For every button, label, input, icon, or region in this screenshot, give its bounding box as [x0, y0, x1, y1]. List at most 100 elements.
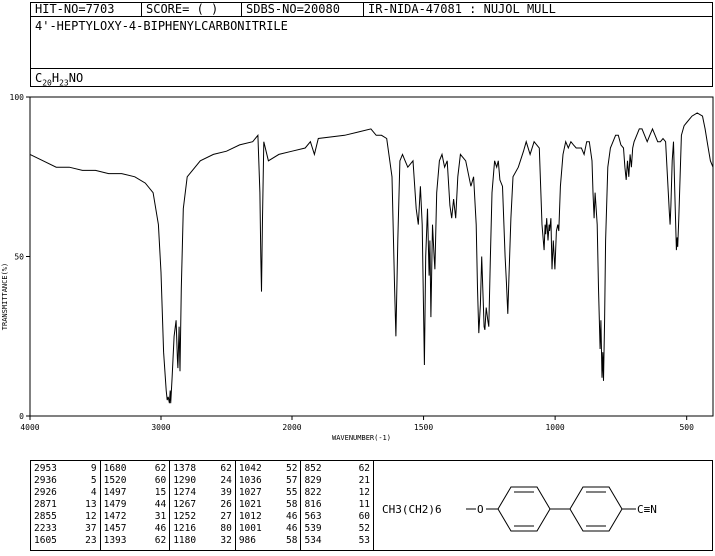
- peak-row: 1021 58: [239, 499, 298, 511]
- peak-wavenumber: 1267: [173, 499, 197, 510]
- peak-row: 1457 46: [104, 523, 167, 535]
- peak-row: 1001 46: [239, 523, 298, 535]
- x-axis-label: WAVENUMBER(-1): [332, 434, 391, 442]
- peak-row: 1042 52: [239, 463, 298, 475]
- peak-wavenumber: 534: [304, 535, 322, 546]
- peak-table: 2953 9 2936 5 2926 4 2871 13 2855 12 2233 37 1605 23 1…: [30, 460, 374, 551]
- peak-row: 1036 57: [239, 475, 298, 487]
- peak-row: 539 52: [304, 523, 370, 535]
- peak-column: 852 62 829 21 822 12 816 11 563 60 539 52 534 53: [301, 461, 373, 550]
- spectrum-line: [29, 112, 714, 404]
- peak-transmittance: 12: [358, 487, 371, 498]
- peak-transmittance: 4: [90, 487, 97, 498]
- peak-transmittance: 39: [220, 487, 232, 498]
- benzene-ring-2: [569, 486, 623, 532]
- peak-transmittance: 80: [220, 523, 232, 534]
- peak-row: 1180 32: [173, 535, 232, 547]
- peak-wavenumber: 1027: [238, 487, 262, 498]
- peak-wavenumber: 852: [304, 463, 322, 474]
- peak-wavenumber: 1378: [173, 463, 197, 474]
- peak-transmittance: 31: [154, 511, 167, 522]
- peak-wavenumber: 1479: [103, 499, 127, 510]
- peak-row: 2233 37: [34, 523, 97, 535]
- peak-wavenumber: 1290: [173, 475, 197, 486]
- peak-transmittance: 46: [285, 523, 298, 534]
- peak-transmittance: 52: [358, 523, 371, 534]
- compound-name-box: 4'-HEPTYLOXY-4-BIPHENYLCARBONITRILE: [30, 16, 713, 69]
- peak-wavenumber: 816: [304, 499, 322, 510]
- peak-wavenumber: 1605: [34, 535, 57, 546]
- peak-row: 829 21: [304, 475, 370, 487]
- peak-row: 986 58: [239, 535, 298, 547]
- nitrile-label: C≡N: [637, 503, 657, 516]
- formula-box: C20H23NO: [30, 68, 713, 87]
- peak-wavenumber: 1216: [173, 523, 197, 534]
- peak-row: 1605 23: [34, 535, 97, 547]
- peak-transmittance: 32: [220, 535, 232, 546]
- peak-wavenumber: 1036: [238, 475, 262, 486]
- peak-row: 852 62: [304, 463, 370, 475]
- peak-row: 1393 62: [104, 535, 167, 547]
- peak-wavenumber: 1472: [103, 511, 127, 522]
- peak-wavenumber: 2953: [34, 463, 57, 474]
- y-axis-label: TRANSMITTANCE(%): [1, 263, 9, 330]
- peak-row: 534 53: [304, 535, 370, 547]
- x-tick-label: 500: [679, 423, 694, 432]
- peak-column: 1378 62 1290 24 1274 39 1267 26 1252 27 1216 80 1180…: [170, 461, 236, 550]
- benzene-ring-1: [497, 486, 551, 532]
- peak-transmittance: 15: [154, 487, 167, 498]
- alkyl-chain-label: CH3(CH2)6: [382, 503, 442, 516]
- peak-wavenumber: 1012: [238, 511, 262, 522]
- peak-transmittance: 27: [220, 511, 232, 522]
- peak-transmittance: 58: [285, 499, 298, 510]
- peak-column: 1042 52 1036 57 1027 55 1021 58 1012 46 1001 46 986 5…: [236, 461, 302, 550]
- peak-transmittance: 37: [85, 523, 97, 534]
- peak-transmittance: 55: [285, 487, 298, 498]
- peak-wavenumber: 1001: [238, 523, 262, 534]
- peak-wavenumber: 1252: [173, 511, 197, 522]
- peak-transmittance: 60: [358, 511, 371, 522]
- peak-wavenumber: 1457: [103, 523, 127, 534]
- peak-row: 1252 27: [173, 511, 232, 523]
- peak-wavenumber: 822: [304, 487, 322, 498]
- ir-spectrum-chart: 4000 3000 2000 1500 1000 500100500WAVENUMBER(…: [1, 93, 714, 442]
- x-tick-label: 3000: [151, 423, 170, 432]
- peak-transmittance: 11: [358, 499, 371, 510]
- compound-name: 4'-HEPTYLOXY-4-BIPHENYLCARBONITRILE: [35, 19, 288, 33]
- ir-info: IR-NIDA-47081 : NUJOL MULL: [368, 3, 556, 16]
- peak-wavenumber: 1680: [103, 463, 127, 474]
- peak-row: 2871 13: [34, 499, 97, 511]
- peak-row: 1680 62: [104, 463, 167, 475]
- peak-row: 1472 31: [104, 511, 167, 523]
- plot-frame: [29, 96, 714, 417]
- peak-row: 816 11: [304, 499, 370, 511]
- peak-column: 2953 9 2936 5 2926 4 2871 13 2855 12 2233 37 1605 23: [31, 461, 101, 550]
- peak-wavenumber: 539: [304, 523, 322, 534]
- peak-row: 1027 55: [239, 487, 298, 499]
- hit-number: HIT-NO=7703: [31, 3, 142, 16]
- peak-transmittance: 62: [220, 463, 232, 474]
- peak-wavenumber: 2926: [34, 487, 57, 498]
- peak-transmittance: 46: [154, 523, 167, 534]
- peak-row: 2926 4: [34, 487, 97, 499]
- peak-row: 1012 46: [239, 511, 298, 523]
- oxygen-label: O: [477, 503, 484, 516]
- header-bar: HIT-NO=7703 SCORE= ( ) SDBS-NO=20080 IR-…: [30, 2, 713, 17]
- peak-transmittance: 58: [285, 535, 298, 546]
- peak-wavenumber: 829: [304, 475, 322, 486]
- peak-transmittance: 44: [154, 499, 167, 510]
- peak-transmittance: 12: [85, 511, 97, 522]
- peak-transmittance: 26: [220, 499, 232, 510]
- peak-wavenumber: 1274: [173, 487, 197, 498]
- peak-transmittance: 53: [358, 535, 371, 546]
- sdbs-number: SDBS-NO=20080: [242, 3, 364, 16]
- peak-wavenumber: 1180: [173, 535, 197, 546]
- peak-row: 1267 26: [173, 499, 232, 511]
- molecular-formula: C20H23NO: [35, 71, 84, 88]
- peak-transmittance: 23: [85, 535, 97, 546]
- peak-wavenumber: 2855: [34, 511, 57, 522]
- peak-row: 1520 60: [104, 475, 167, 487]
- score: SCORE= ( ): [142, 3, 242, 16]
- peak-wavenumber: 2871: [34, 499, 57, 510]
- peak-row: 1290 24: [173, 475, 232, 487]
